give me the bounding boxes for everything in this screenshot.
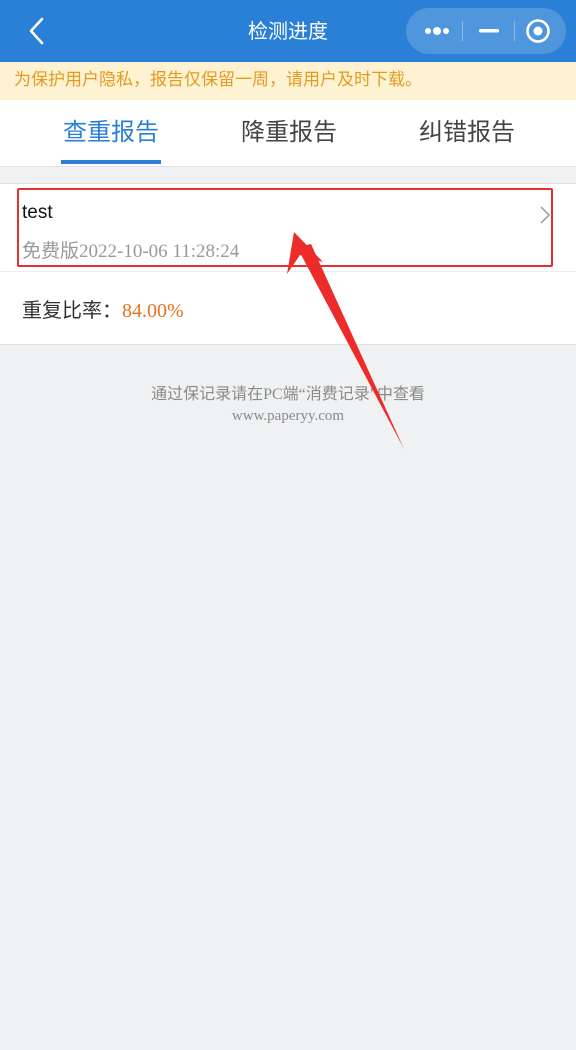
duplicate-rate: 重复比率：84.00% [22, 294, 184, 323]
report-tabs: 查重报告 降重报告 纠错报告 [0, 100, 576, 167]
tab-rewrite[interactable]: 降重报告 [229, 100, 349, 166]
footer-url: www.paperyy.com [231, 408, 345, 424]
footer-note: 通过保记录请在PC端“消费记录”中查看 [151, 386, 425, 403]
nav-bar: 检测进度 [0, 0, 576, 62]
divider [0, 271, 576, 272]
capsule-divider [462, 21, 463, 41]
mini-program-capsule [406, 8, 566, 54]
minimize-icon[interactable] [472, 21, 506, 41]
privacy-notice: 为保护用户隐私，报告仅保留一周，请用户及时下载。 [0, 62, 576, 100]
highlight-box [17, 188, 553, 267]
tab-duplicate-check[interactable]: 查重报告 [51, 100, 171, 166]
tab-error-correction[interactable]: 纠错报告 [407, 100, 527, 166]
more-icon[interactable] [420, 21, 454, 41]
capsule-divider [514, 21, 515, 41]
rate-value: 84.00% [122, 300, 184, 322]
rate-label: 重复比率： [22, 298, 122, 322]
close-circle-icon[interactable] [524, 17, 552, 45]
active-tab-indicator [61, 160, 161, 164]
